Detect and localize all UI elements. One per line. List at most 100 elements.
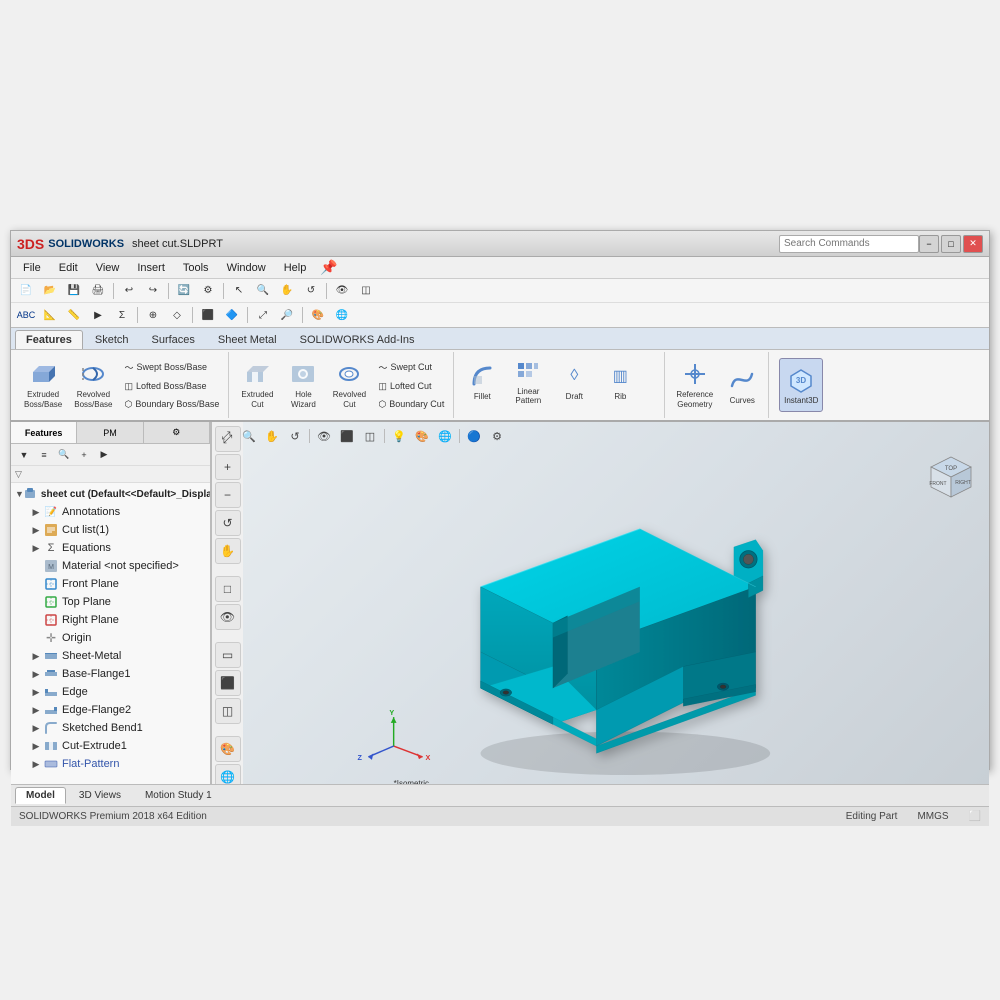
view3d-button[interactable]: 🔷 <box>221 305 243 325</box>
menu-view[interactable]: View <box>88 260 128 276</box>
tab-sheet-metal[interactable]: Sheet Metal <box>207 330 288 349</box>
view-orient-button[interactable]: 👁 <box>331 281 353 301</box>
swept-boss-button[interactable]: 〜 Swept Boss/Base <box>120 358 225 377</box>
ft-annotations[interactable]: ▶ 📝 Annotations <box>11 503 210 521</box>
ft-expand[interactable]: ▶ <box>29 505 43 519</box>
appearance-button[interactable]: 🎨 <box>307 305 329 325</box>
menu-edit[interactable]: Edit <box>51 260 86 276</box>
boundary-boss-button[interactable]: ⬡ Boundary Boss/Base <box>120 396 225 413</box>
boundary-cut-button[interactable]: ⬡Boundary Cut <box>373 396 449 413</box>
viewport[interactable]: ⤢ 🔍 ✋ ↺ 👁 ⬛ ◫ 💡 🎨 🌐 🔵 ⚙ <box>211 422 989 784</box>
lofted-cut-button[interactable]: ◫Lofted Cut <box>373 378 449 395</box>
open-button[interactable]: 📂 <box>39 281 61 301</box>
ft-sheet-metal[interactable]: ▶ Sheet-Metal <box>11 647 210 665</box>
menu-help[interactable]: Help <box>276 260 315 276</box>
revolve-boss-button[interactable]: RevolvedBoss/Base <box>69 358 117 412</box>
lofted-boss-button[interactable]: ◫ Lofted Boss/Base <box>120 378 225 395</box>
extrude-boss-button[interactable]: ExtrudedBoss/Base <box>19 358 67 412</box>
zoom-select-button[interactable]: 🔎 <box>276 305 298 325</box>
new-button[interactable]: 📄 <box>15 281 37 301</box>
scene-button[interactable]: 🌐 <box>331 305 353 325</box>
reference-geometry-button[interactable]: ReferenceGeometry <box>671 358 718 412</box>
pan-button[interactable]: ✋ <box>276 281 298 301</box>
select-button[interactable]: ↖ <box>228 281 250 301</box>
annotation-button[interactable]: 📐 <box>39 305 61 325</box>
ft-front-plane[interactable]: Front Plane <box>11 575 210 593</box>
mate-button[interactable]: ⊕ <box>142 305 164 325</box>
redo-button[interactable]: ↪ <box>142 281 164 301</box>
curves-button[interactable]: Curves <box>720 358 764 412</box>
ft-filter-button[interactable]: ▼ <box>15 446 33 464</box>
ft-add-button[interactable]: + <box>75 446 93 464</box>
ft-cut-extrude[interactable]: ▶ Cut-Extrude1 <box>11 737 210 755</box>
sketch-button[interactable]: ABC <box>15 305 37 325</box>
tab-features[interactable]: Features <box>15 330 83 349</box>
ft-material[interactable]: M Material <not specified> <box>11 557 210 575</box>
search-input[interactable] <box>779 235 919 253</box>
measure-button[interactable]: 📏 <box>63 305 85 325</box>
hole-wizard-button[interactable]: HoleWizard <box>281 358 325 412</box>
menu-file[interactable]: File <box>15 260 49 276</box>
ft-equations[interactable]: ▶ Σ Equations <box>11 539 210 557</box>
ft-right-plane[interactable]: Right Plane <box>11 611 210 629</box>
ft-tab-props[interactable]: ⚙ <box>144 422 210 443</box>
ft-expand[interactable]: ▶ <box>29 685 43 699</box>
menu-window[interactable]: Window <box>219 260 274 276</box>
ft-tab-sketch[interactable]: PM <box>77 422 143 443</box>
ft-expand[interactable]: ▶ <box>29 649 43 663</box>
intersect-button[interactable]: ⊕ Intersect <box>506 410 550 422</box>
status-units[interactable]: MMGS <box>917 811 948 822</box>
mirror-button[interactable]: ◨ Mirror <box>598 410 642 422</box>
shell-button[interactable]: ▨ Shell <box>552 410 596 422</box>
ft-search-button[interactable]: 🔍 <box>55 446 73 464</box>
menu-tools[interactable]: Tools <box>175 260 217 276</box>
rib-button[interactable]: ▥ Rib <box>598 354 642 408</box>
ft-expand[interactable]: ▶ <box>29 541 43 555</box>
ft-sketched-bend[interactable]: ▶ Sketched Bend1 <box>11 719 210 737</box>
ft-top-plane[interactable]: Top Plane <box>11 593 210 611</box>
menu-insert[interactable]: Insert <box>129 260 173 276</box>
ft-expand[interactable]: ▶ <box>29 523 43 537</box>
print-button[interactable]: 🖨 <box>87 281 109 301</box>
undo-button[interactable]: ↩ <box>118 281 140 301</box>
swept-cut-button[interactable]: 〜Swept Cut <box>373 358 449 377</box>
tab-model[interactable]: Model <box>15 787 66 804</box>
ft-expand-button[interactable]: ▶ <box>95 446 113 464</box>
maximize-button[interactable]: □ <box>941 235 961 253</box>
tab-3d-views[interactable]: 3D Views <box>68 787 132 804</box>
rebuild-button[interactable]: 🔄 <box>173 281 195 301</box>
pin-icon[interactable]: 📌 <box>320 259 337 276</box>
display-button[interactable]: ◫ <box>355 281 377 301</box>
ft-expand[interactable]: ▶ <box>29 703 43 717</box>
tab-surfaces[interactable]: Surfaces <box>141 330 206 349</box>
ft-flat-pattern[interactable]: ▶ Flat-Pattern <box>11 755 210 773</box>
view-cube[interactable]: TOP FRONT RIGHT <box>921 452 981 512</box>
ft-expand[interactable]: ▶ <box>29 667 43 681</box>
close-button[interactable]: ✕ <box>963 235 983 253</box>
ft-edge-flange2[interactable]: ▶ Edge-Flange2 <box>11 701 210 719</box>
ft-cutlist[interactable]: ▶ Cut list(1) <box>11 521 210 539</box>
revolve-cut-button[interactable]: RevolvedCut <box>327 358 371 412</box>
tab-motion-study[interactable]: Motion Study 1 <box>134 787 223 804</box>
rotate-button[interactable]: ↺ <box>300 281 322 301</box>
options-button[interactable]: ⚙ <box>197 281 219 301</box>
zoom-button[interactable]: 🔍 <box>252 281 274 301</box>
wrap-button[interactable]: ↺ Wrap <box>460 410 504 422</box>
tab-sketch[interactable]: Sketch <box>84 330 140 349</box>
ft-origin[interactable]: ✛ Origin <box>11 629 210 647</box>
ft-edge-flange1[interactable]: ▶ Edge <box>11 683 210 701</box>
tab-addins[interactable]: SOLIDWORKS Add-Ins <box>289 330 426 349</box>
ft-root-item[interactable]: ▼ sheet cut (Default<<Default>_Display S… <box>11 485 210 503</box>
fillet-button[interactable]: Fillet <box>460 354 504 408</box>
ft-expand[interactable]: ▶ <box>29 757 43 771</box>
save-button[interactable]: 💾 <box>63 281 85 301</box>
minimize-button[interactable]: − <box>919 235 939 253</box>
section-view-button[interactable]: ⬛ <box>197 305 219 325</box>
calc-button[interactable]: Σ <box>111 305 133 325</box>
smart-dim-button[interactable]: ◇ <box>166 305 188 325</box>
simulation-button[interactable]: ▶ <box>87 305 109 325</box>
ft-expand[interactable]: ▶ <box>29 739 43 753</box>
ft-tab-features[interactable]: Features <box>11 422 77 443</box>
ft-root-expand[interactable]: ▼ <box>15 487 24 501</box>
instant3d-button[interactable]: 3D Instant3D <box>779 358 823 412</box>
